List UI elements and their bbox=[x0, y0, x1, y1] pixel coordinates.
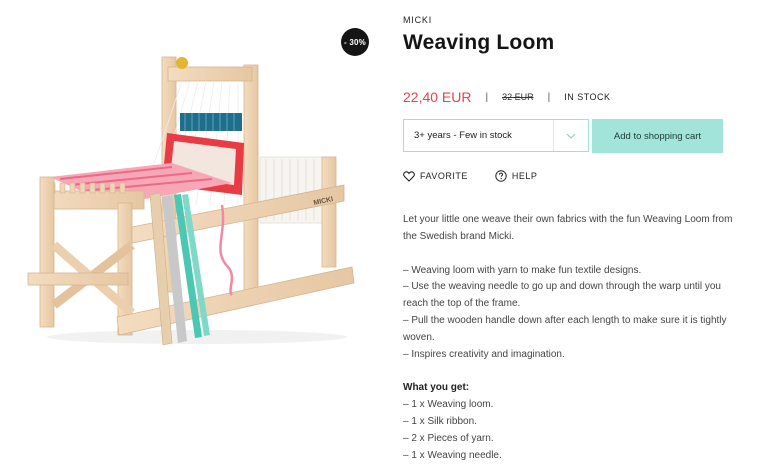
variant-select[interactable]: 3+ years - Few in stock bbox=[403, 119, 589, 152]
product-image-area: - 30% MICKI bbox=[0, 0, 385, 454]
contents-item: – 1 x Weaving needle. bbox=[403, 449, 502, 461]
favorite-label: FAVORITE bbox=[420, 171, 468, 181]
description-intro: Let your little one weave their own fabr… bbox=[403, 214, 733, 242]
price-row: 22,40 EUR | 32 EUR | IN STOCK bbox=[403, 89, 611, 105]
contents-heading: What you get: bbox=[403, 382, 470, 394]
add-to-cart-button[interactable]: Add to shopping cart bbox=[592, 119, 723, 153]
contents-item: – 1 x Weaving loom. bbox=[403, 399, 494, 411]
stock-status: IN STOCK bbox=[564, 92, 611, 102]
variant-selected-value: 3+ years - Few in stock bbox=[414, 130, 512, 141]
feature-bullet: – Weaving loom with yarn to make fun tex… bbox=[403, 264, 642, 276]
help-button[interactable]: HELP bbox=[495, 170, 538, 182]
product-image[interactable]: MICKI bbox=[22, 45, 362, 350]
purchase-row: 3+ years - Few in stock Add to shopping … bbox=[403, 119, 723, 153]
feature-bullet: – Use the weaving needle to go up and do… bbox=[403, 281, 721, 310]
contents-item: – 2 x Pieces of yarn. bbox=[403, 432, 494, 444]
chevron-down-icon bbox=[553, 120, 588, 151]
help-icon bbox=[495, 170, 507, 182]
favorite-button[interactable]: FAVORITE bbox=[403, 170, 468, 182]
price-separator: | bbox=[485, 91, 489, 103]
product-title: Weaving Loom bbox=[403, 31, 555, 54]
product-description: Let your little one weave their own fabr… bbox=[403, 212, 733, 464]
heart-icon bbox=[403, 170, 415, 182]
contents-item: – 1 x Silk ribbon. bbox=[403, 415, 477, 427]
feature-bullet: – Inspires creativity and imagination. bbox=[403, 348, 565, 360]
stock-separator: | bbox=[547, 91, 551, 103]
brand-link[interactable]: MICKI bbox=[403, 15, 432, 25]
action-row: FAVORITE HELP bbox=[403, 170, 537, 182]
original-price: 32 EUR bbox=[502, 92, 534, 102]
current-price: 22,40 EUR bbox=[403, 89, 472, 105]
feature-bullet: – Pull the wooden handle down after each… bbox=[403, 314, 727, 343]
help-label: HELP bbox=[511, 171, 538, 181]
